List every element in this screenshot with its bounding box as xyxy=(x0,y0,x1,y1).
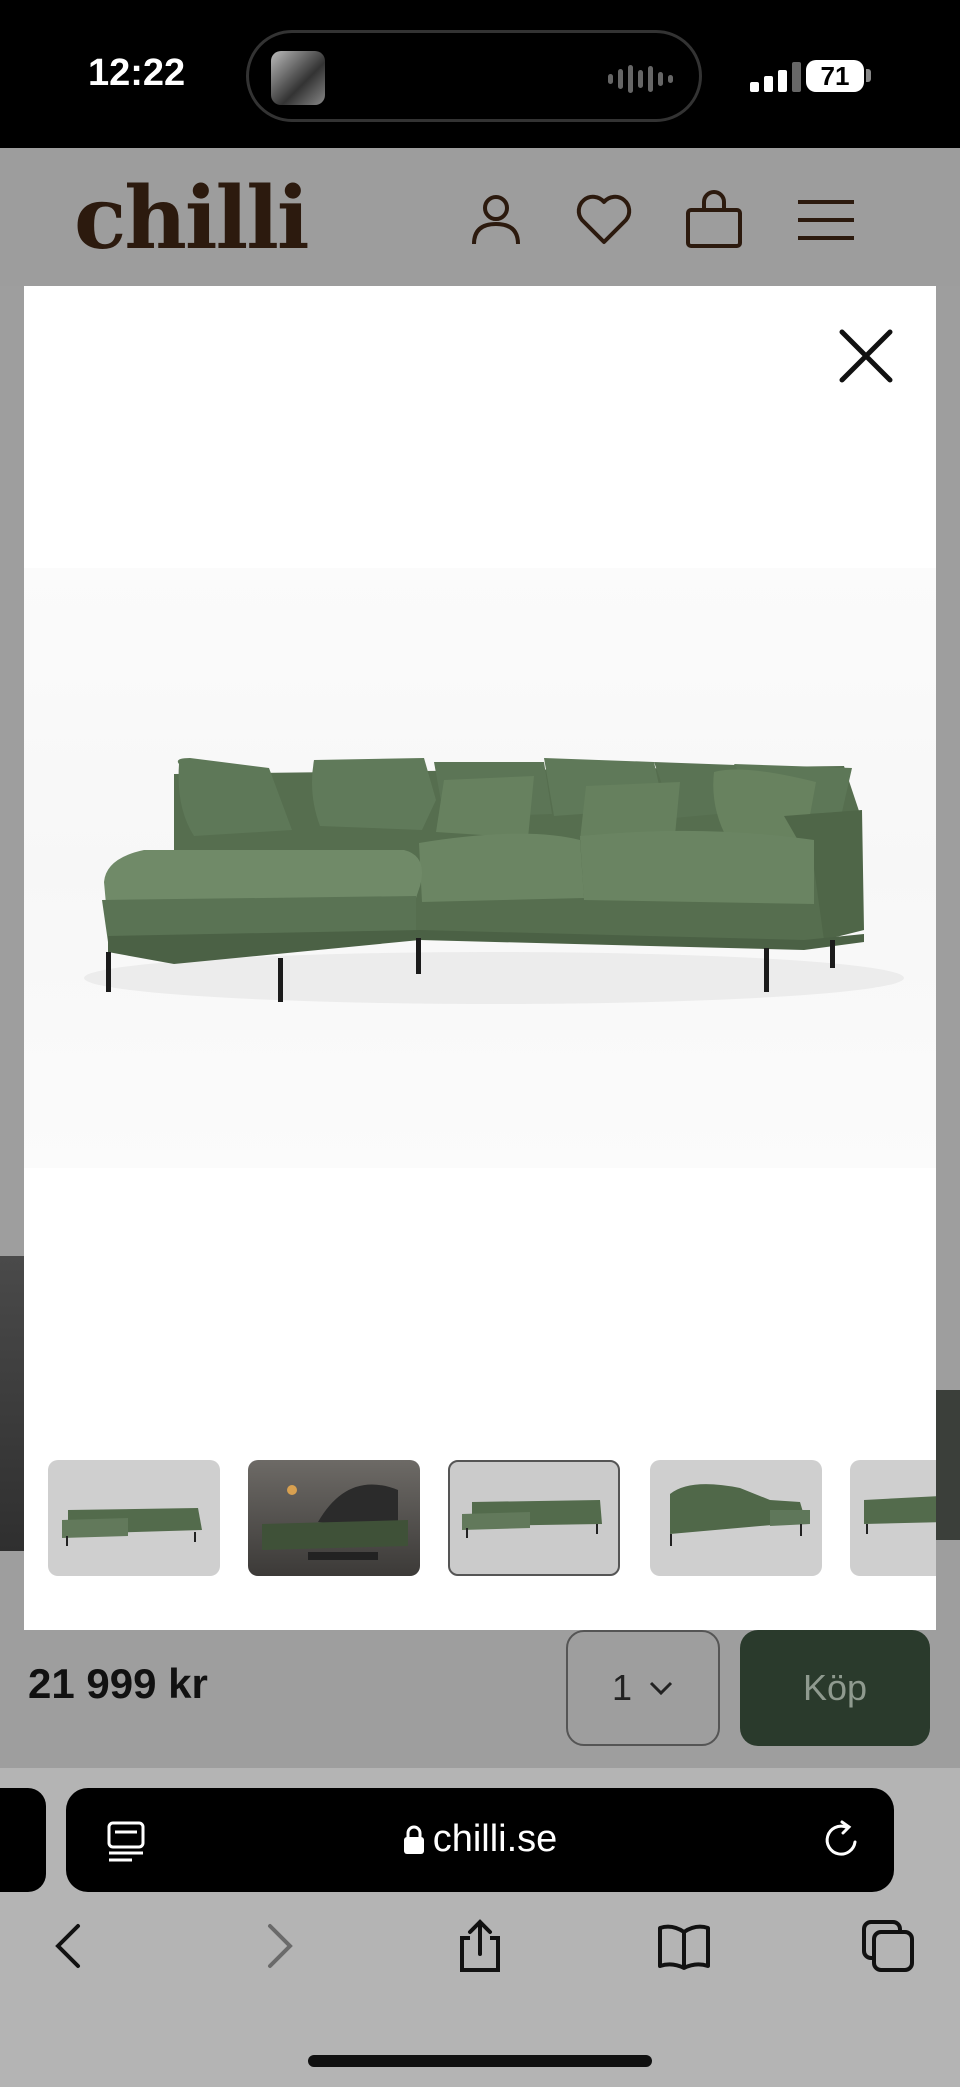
share-icon[interactable] xyxy=(452,1918,508,1974)
quantity-select[interactable]: 1 xyxy=(566,1630,720,1746)
buy-button[interactable]: Köp xyxy=(740,1630,930,1746)
bookmarks-icon[interactable] xyxy=(656,1918,712,1974)
image-lightbox xyxy=(24,286,936,1630)
wishlist-heart-icon[interactable] xyxy=(572,188,636,252)
previous-tab-edge[interactable] xyxy=(0,1788,46,1892)
reload-icon[interactable] xyxy=(822,1820,862,1860)
status-bar: 12:22 71 xyxy=(0,0,960,148)
battery-indicator: 71 xyxy=(806,60,864,92)
background-image-edge xyxy=(0,1256,24,1551)
cellular-signal-icon xyxy=(750,62,801,92)
thumbnail-3[interactable] xyxy=(448,1460,620,1576)
hamburger-menu-icon[interactable] xyxy=(794,188,858,252)
thumbnail-5[interactable] xyxy=(850,1460,936,1576)
audio-wave-icon xyxy=(608,63,673,95)
background-image-edge xyxy=(936,1390,960,1540)
thumbnail-strip[interactable] xyxy=(48,1460,936,1580)
site-header: chilli xyxy=(0,148,960,286)
purchase-bar: 21 999 kr 1 Köp xyxy=(0,1630,960,1768)
account-icon[interactable] xyxy=(464,188,528,252)
url-display: chilli.se xyxy=(66,1818,894,1861)
tabs-icon[interactable] xyxy=(860,1918,916,1974)
thumbnail-4[interactable] xyxy=(650,1460,822,1576)
thumbnail-2[interactable] xyxy=(248,1460,420,1576)
back-icon[interactable] xyxy=(42,1918,98,1974)
close-icon[interactable] xyxy=(836,326,896,386)
sofa-illustration xyxy=(84,758,904,1004)
lock-icon xyxy=(403,1825,424,1854)
home-indicator[interactable] xyxy=(308,2055,652,2067)
site-logo[interactable]: chilli xyxy=(74,168,310,269)
product-main-image[interactable] xyxy=(24,568,936,1468)
now-playing-artwork xyxy=(271,51,325,105)
shopping-bag-icon[interactable] xyxy=(682,188,746,252)
browser-toolbar: chilli.se xyxy=(0,1768,960,2087)
status-time: 12:22 xyxy=(88,52,186,94)
forward-icon[interactable] xyxy=(250,1918,306,1974)
url-text: chilli.se xyxy=(432,1818,558,1860)
quantity-value: 1 xyxy=(611,1667,633,1708)
address-bar[interactable]: chilli.se xyxy=(66,1788,894,1892)
thumbnail-1[interactable] xyxy=(48,1460,220,1576)
chevron-down-icon xyxy=(649,1681,673,1696)
dynamic-island[interactable] xyxy=(246,30,702,122)
battery-tip xyxy=(866,69,871,82)
product-price: 21 999 kr xyxy=(28,1660,208,1707)
